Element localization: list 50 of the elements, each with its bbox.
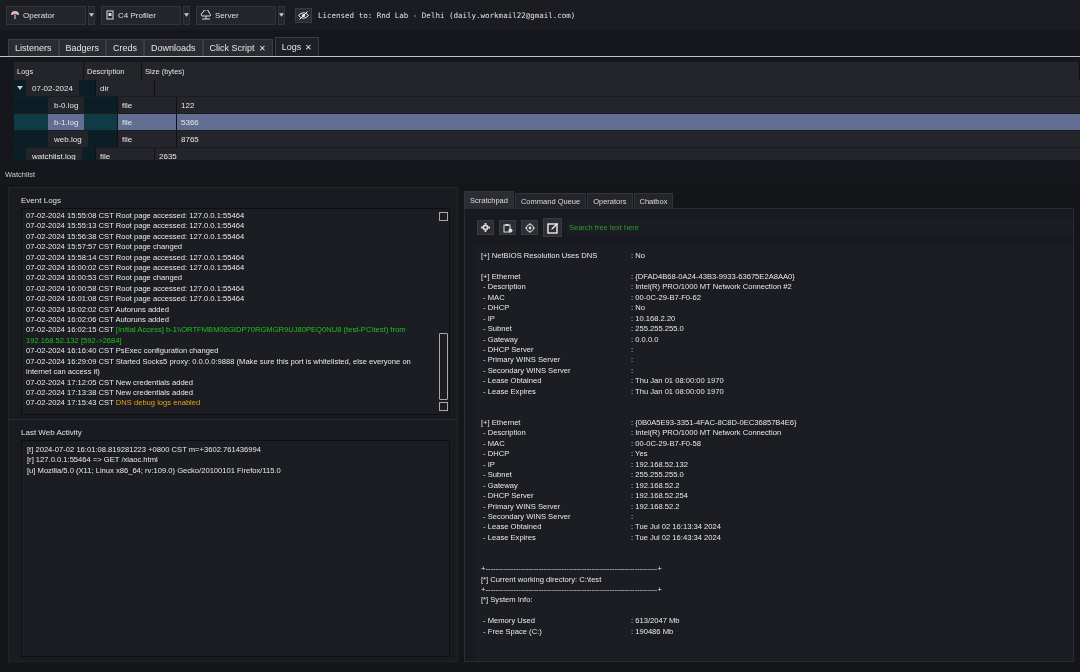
tab[interactable]: Click Script ✕	[202, 39, 273, 56]
edit-button[interactable]	[543, 218, 562, 237]
table-cell: 122	[176, 97, 1080, 113]
target-icon	[524, 222, 535, 233]
gear-icon	[481, 223, 490, 232]
table-cell: 5366	[176, 114, 1080, 130]
tab[interactable]: Badgers	[58, 39, 107, 56]
table-row[interactable]: b-1.log file 5366	[14, 114, 1080, 130]
close-icon[interactable]: ✕	[258, 43, 266, 53]
target-button[interactable]	[521, 220, 538, 235]
table-row[interactable]: watchlist.log file 2635	[14, 148, 1080, 160]
close-icon[interactable]: ✕	[305, 42, 313, 52]
table-cell: b-0.log	[48, 97, 85, 113]
clipboard-button[interactable]	[499, 220, 516, 235]
table-cell: file	[117, 114, 176, 130]
section-title: Event Logs	[21, 195, 63, 207]
profile-dropdown[interactable]: C4 Profiler	[101, 5, 181, 25]
table-cell: file	[95, 148, 154, 160]
profile-dropdown[interactable]: Server	[196, 5, 276, 25]
umbrella-icon	[10, 10, 20, 20]
caret-icon	[184, 13, 189, 17]
table-row[interactable]: b-0.log file 122	[14, 97, 1080, 113]
table-cell: 8765	[176, 131, 1080, 147]
tab[interactable]: Logs ✕	[274, 37, 320, 56]
section-title: Last Web Activity	[21, 427, 83, 439]
table-cell: web.log	[48, 131, 88, 147]
profile-dropdown[interactable]: Operator	[6, 5, 86, 25]
clipboard-icon	[502, 222, 513, 233]
table-cell: 07-02-2024	[26, 80, 79, 96]
table-row[interactable]: 07-02-2024 dir	[14, 80, 1080, 96]
tab[interactable]: Creds	[106, 39, 145, 56]
chip-icon	[105, 10, 115, 20]
cloud-icon	[200, 10, 212, 20]
eye-slash-icon	[298, 10, 309, 20]
table-cell: file	[117, 97, 176, 113]
table-cell: dir	[95, 80, 154, 96]
expand-arrow-icon[interactable]	[17, 85, 23, 91]
hidden-toggle-button[interactable]	[295, 7, 312, 23]
edit-icon	[546, 221, 559, 234]
caret-icon	[89, 13, 94, 17]
tab[interactable]: Listeners	[8, 39, 59, 56]
table-cell: watchlist.log	[26, 148, 82, 160]
settings-button[interactable]	[477, 220, 494, 235]
caret-icon	[279, 13, 284, 17]
table-cell: file	[117, 131, 176, 147]
table-row[interactable]: web.log file 8765	[14, 131, 1080, 147]
scrollbar[interactable]	[438, 209, 449, 414]
tab[interactable]: Downloads	[144, 39, 203, 56]
table-cell: 2635	[154, 148, 1080, 160]
table-cell: b-1.log	[48, 114, 85, 130]
